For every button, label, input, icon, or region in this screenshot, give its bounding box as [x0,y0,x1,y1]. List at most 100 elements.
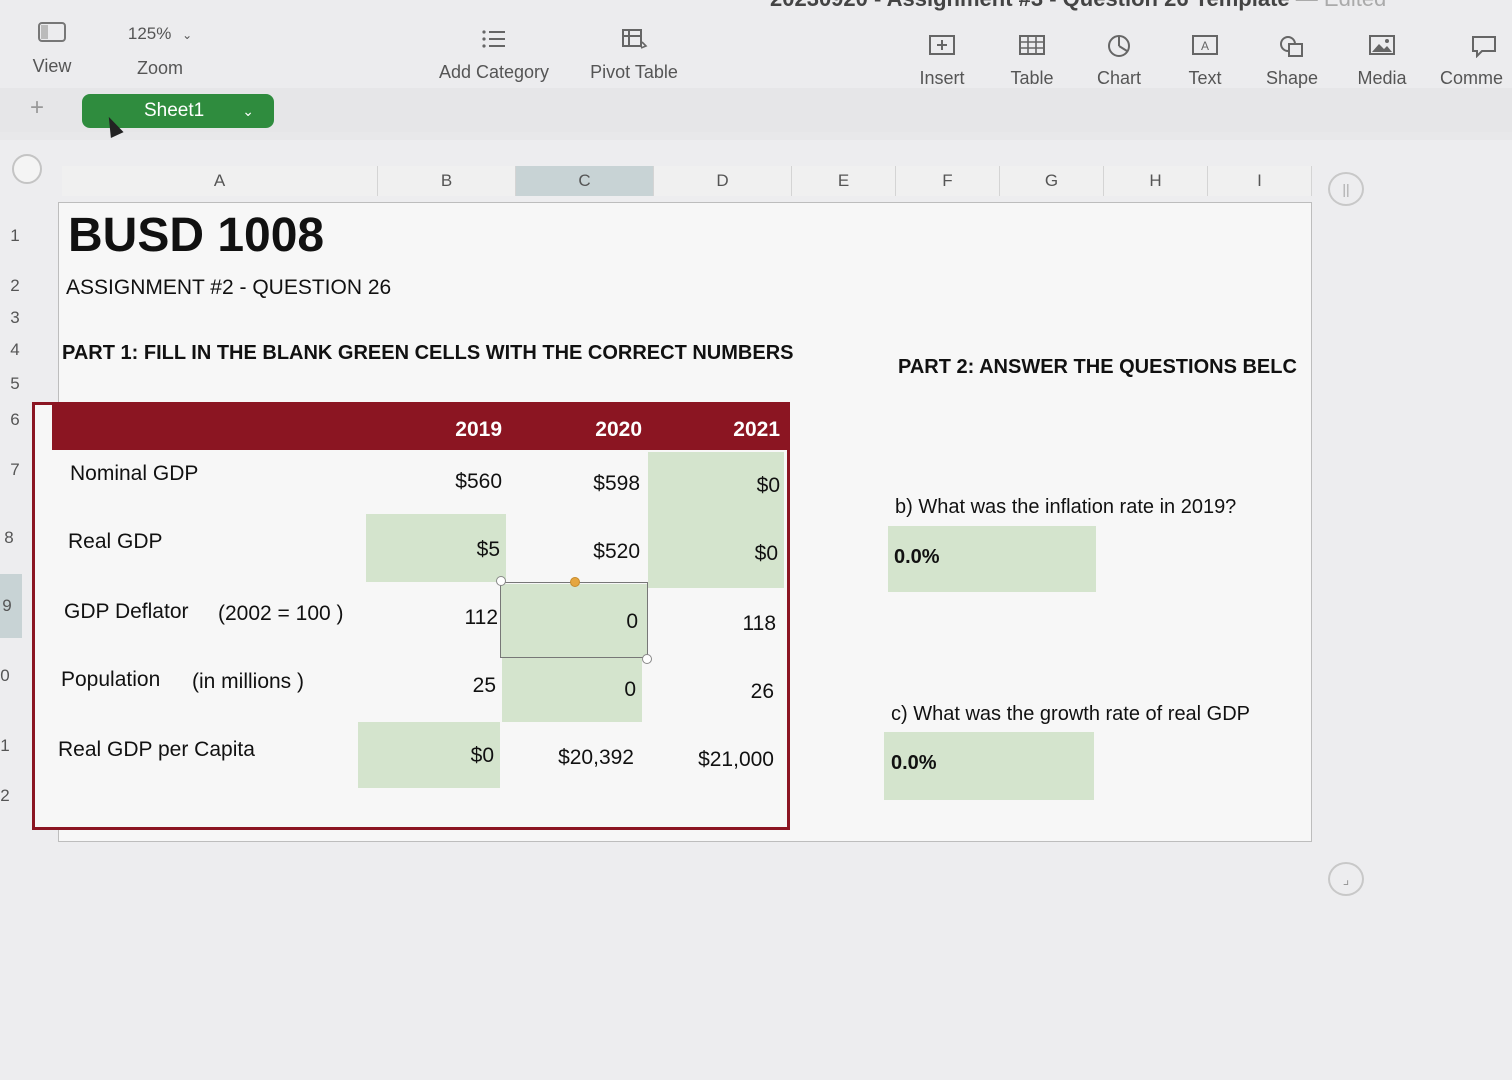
pivot-table-icon [580,28,688,52]
table-cell[interactable]: $0 [690,474,780,498]
answer-b-value: 0.0% [894,546,940,568]
table-icon [1004,34,1060,58]
row-number[interactable]: 1 [0,736,20,756]
table-cell[interactable]: $20,392 [544,746,634,770]
row-number[interactable]: 2 [0,786,20,806]
row-label-nominal-gdp: Nominal GDP [70,462,199,485]
row-number[interactable]: 7 [0,460,30,480]
table-cell[interactable]: $0 [404,744,494,768]
image-icon [1350,34,1414,58]
table-cell[interactable]: 112 [408,606,498,630]
row-number[interactable]: 8 [0,528,24,548]
selection-handle[interactable] [642,654,652,664]
table-cell[interactable]: 118 [686,612,776,636]
table-label: Table [1010,68,1054,88]
text-box-icon: A [1180,34,1230,58]
shape-label: Shape [1265,68,1319,88]
text-label: Text [1188,68,1222,88]
pivot-table-label: Pivot Table [590,62,678,82]
insert-label: Insert [919,68,965,88]
row-label-real-gdp: Real GDP [68,530,163,553]
table-cell[interactable]: $598 [550,472,640,496]
column-header-d[interactable]: D [654,166,792,196]
chevron-down-icon: ⌄ [182,28,193,42]
insert-icon [912,34,972,58]
insert-button[interactable]: Insert [912,34,972,89]
chart-icon [1090,34,1148,58]
shape-icon [1260,34,1324,58]
table-cell[interactable]: 0 [546,678,636,702]
row-label-gdp-deflator: GDP Deflator [64,600,189,623]
column-header-h[interactable]: H [1104,166,1208,196]
title-separator: — [1296,0,1318,11]
add-category-button[interactable]: Add Category [428,28,560,83]
row-note-deflator-base: (2002 = 100 ) [218,602,344,625]
row-number[interactable]: 2 [0,276,30,296]
year-header-2020: 2020 [595,418,642,441]
chevron-down-icon[interactable]: ⌄ [242,94,254,128]
add-category-label: Add Category [438,62,550,82]
column-resize-handle[interactable]: || [1328,172,1364,206]
zoom-button[interactable]: 125% ⌄ Zoom [118,24,202,79]
select-all-button[interactable] [12,154,42,184]
table-cell[interactable]: 25 [406,674,496,698]
view-label: View [32,56,72,76]
table-cell[interactable]: $0 [688,542,778,566]
row-number[interactable]: 3 [0,308,30,328]
edited-status: Edited [1324,0,1386,11]
comment-button[interactable]: Comme [1440,34,1512,89]
row-label-population: Population [61,668,161,691]
column-header-g[interactable]: G [1000,166,1104,196]
row-number[interactable]: 5 [0,374,30,394]
column-header-e[interactable]: E [792,166,896,196]
list-icon [428,28,560,52]
zoom-label: Zoom [136,58,183,78]
sheet-tab-label: Sheet1 [144,100,205,121]
row-number[interactable]: 1 [0,226,30,246]
assignment-subtitle: ASSIGNMENT #2 - QUESTION 26 [66,276,392,299]
row-number[interactable]: 6 [0,410,30,430]
part2-heading: PART 2: ANSWER THE QUESTIONS BELC [898,356,1297,378]
year-header-2021: 2021 [733,418,780,441]
comment-label: Comme [1440,68,1504,88]
column-header-c[interactable]: C [516,166,654,196]
row-note-population-units: (in millions ) [192,670,305,693]
zoom-value: 125% [127,24,172,43]
table-cell[interactable]: $560 [412,470,502,494]
media-button[interactable]: Media [1350,34,1414,89]
table-cell[interactable]: $520 [550,540,640,564]
column-header-b[interactable]: B [378,166,516,196]
chart-label: Chart [1096,68,1141,88]
add-sheet-button[interactable]: + [30,94,44,122]
autofill-handle[interactable] [570,577,580,587]
cell-selection-border[interactable] [500,582,648,658]
comment-icon [1470,34,1512,59]
column-header-f[interactable]: F [896,166,1000,196]
answer-c-value: 0.0% [891,752,937,774]
table-cell[interactable]: $21,000 [684,748,774,772]
chart-button[interactable]: Chart [1090,34,1148,89]
table-cell[interactable]: $5 [410,538,500,562]
pivot-table-button[interactable]: Pivot Table [580,28,688,83]
column-header-i[interactable]: I [1208,166,1312,196]
sidebar-icon [28,22,76,46]
column-header-a[interactable]: A [62,166,378,196]
document-title-text: 20230920 - Assignment #3 - Question 26 T… [770,0,1290,11]
row-number[interactable]: 4 [0,340,30,360]
table-button[interactable]: Table [1004,34,1060,89]
question-b: b) What was the inflation rate in 2019? [895,496,1237,518]
document-title: 20230920 - Assignment #3 - Question 26 T… [770,0,1386,12]
row-number-selected[interactable]: 9 [0,574,22,638]
row-resize-handle[interactable]: ⌟ [1328,862,1364,896]
view-button[interactable]: View [28,22,76,77]
table-cell[interactable]: 26 [684,680,774,704]
page-title: BUSD 1008 [68,209,325,262]
question-c: c) What was the growth rate of real GDP [891,703,1251,725]
row-number[interactable]: 0 [0,666,20,686]
media-label: Media [1357,68,1407,88]
text-button[interactable]: A Text [1180,34,1230,89]
input-cell-green[interactable] [648,452,784,588]
year-header-2019: 2019 [455,418,502,441]
selection-handle[interactable] [496,576,506,586]
shape-button[interactable]: Shape [1260,34,1324,89]
